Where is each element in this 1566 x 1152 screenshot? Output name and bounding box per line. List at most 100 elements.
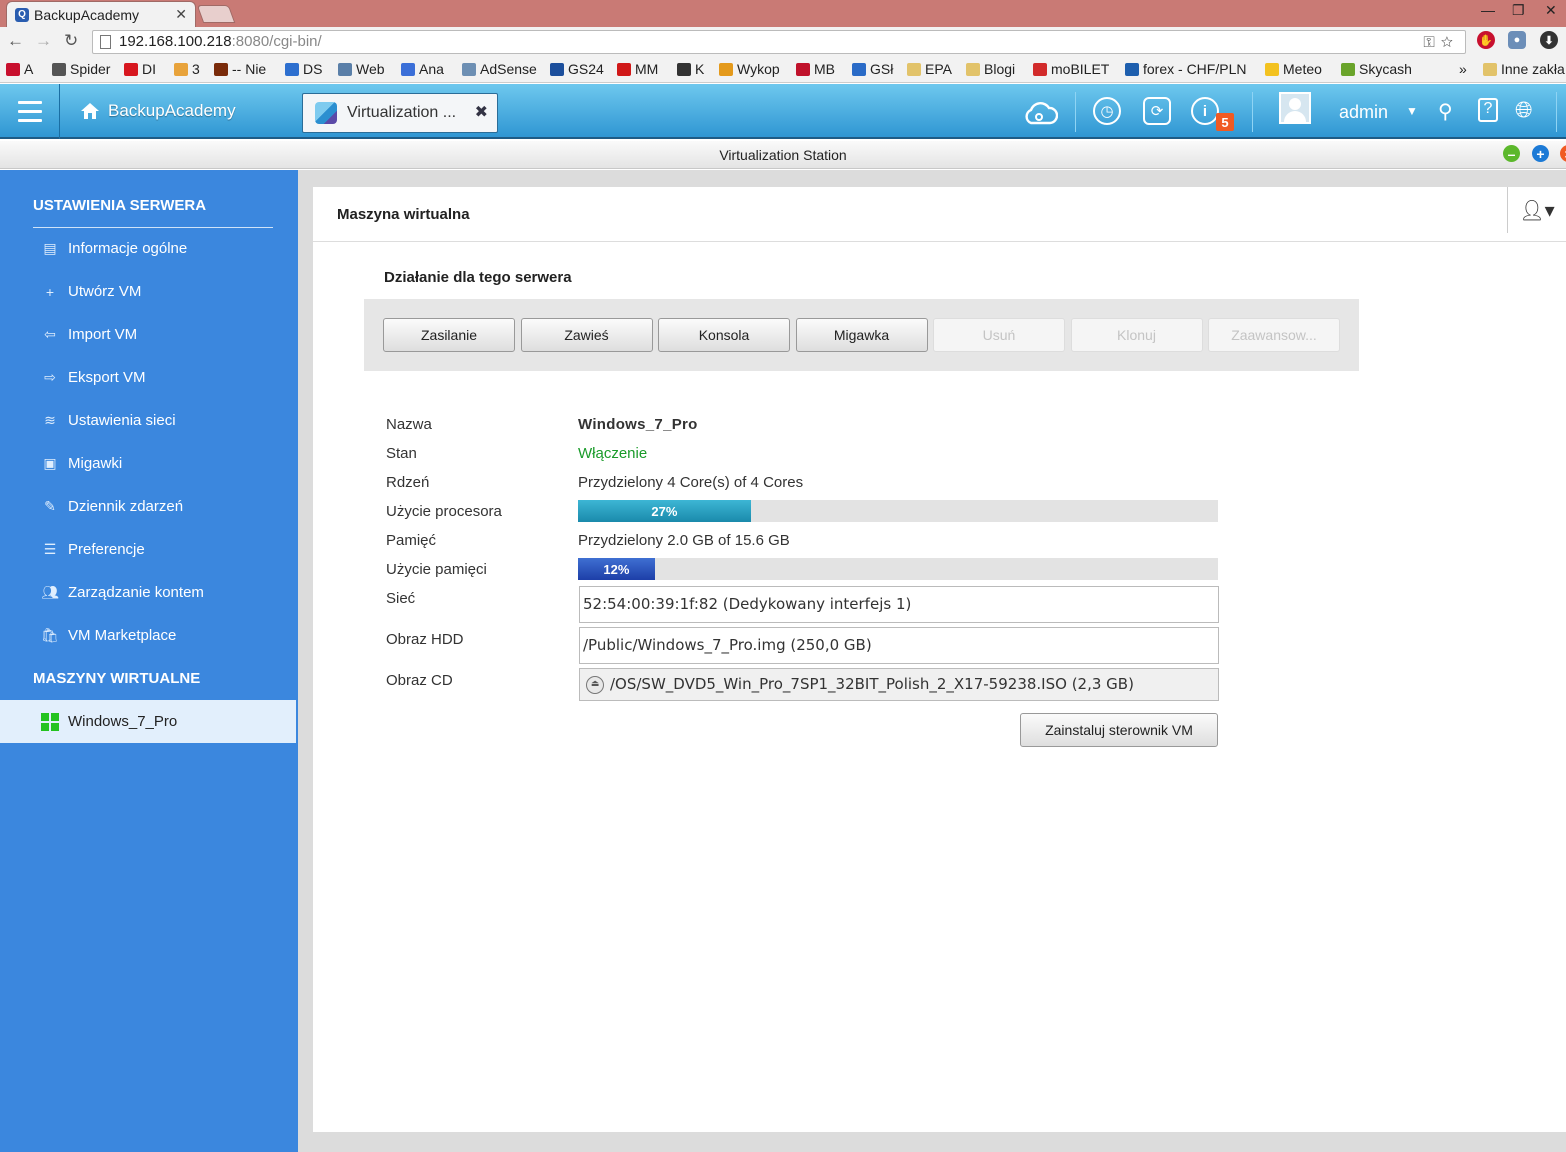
forward-icon[interactable]: → [35,31,52,51]
bookmark-item[interactable]: DI [124,61,156,77]
bookmark-item[interactable]: Web [338,61,385,77]
cpu-usage-label: Użycie procesora [386,503,502,520]
bookmarks-overflow-icon[interactable]: » [1459,61,1467,77]
network-field[interactable]: 52:54:00:39:1f:82 (Dedykowany interfejs … [579,586,1219,623]
bookmark-label: Wykop [737,61,780,77]
browser-tab[interactable]: Q BackupAcademy ✕ [6,1,196,27]
address-bar[interactable]: 192.168.100.218:8080/cgi-bin/ ⚿☆ [92,30,1466,54]
sidebar-item-migawki[interactable]: ▣ Migawki [0,442,296,485]
url-host: 192.168.100.218 [119,33,232,50]
bookmark-icon [966,62,980,76]
sidebar-item-dziennik-zdarzeń[interactable]: ✎ Dziennik zdarzeń [0,485,296,528]
bookmark-icon [285,62,299,76]
key-icon[interactable]: ⚿ [1423,34,1440,51]
bookmark-item[interactable]: Spider [52,61,110,77]
search-icon[interactable]: ⚲ [1438,99,1453,124]
sidebar-item-zarządzanie-kontem[interactable]: 👥︎ Zarządzanie kontem [0,571,296,614]
back-icon[interactable]: ← [7,31,24,51]
core-value: Przydzielony 4 Core(s) of 4 Cores [578,474,804,491]
bookmark-item[interactable]: -- Nie [214,61,266,77]
sidebar-item-vm-marketplace[interactable]: 🛍︎ VM Marketplace [0,614,296,657]
bookmark-item[interactable]: MB [796,61,835,77]
bookmark-item[interactable]: MM [617,61,658,77]
bookmark-item[interactable]: AdSense [462,61,537,77]
hdd-field[interactable]: /Public/Windows_7_Pro.img (250,0 GB) [579,627,1219,664]
action-button-zawieś[interactable]: Zawieś [520,318,653,352]
bookmark-item[interactable]: GS24 [550,61,604,77]
minimize-window-icon[interactable]: — [1481,2,1495,18]
install-vm-driver-button[interactable]: Zainstaluj sterownik VM [1020,713,1218,747]
action-button-zaawansow[interactable]: Zaawansow... [1208,318,1340,352]
bookmark-item[interactable]: A [6,61,33,77]
cloud-icon[interactable] [1022,100,1058,126]
user-menu-icon[interactable]: 👤︎▾ [1507,187,1566,233]
eject-icon[interactable]: ⏏ [586,675,604,694]
bookmark-label: MM [635,61,659,77]
home-link[interactable]: BackupAcademy [80,101,236,121]
new-tab-button[interactable] [196,5,236,23]
maximize-app-icon[interactable]: + [1532,145,1549,162]
sync-icon[interactable]: ⟳ [1143,97,1171,125]
vm-name: Windows_7_Pro [578,416,698,433]
bookmark-icon [1483,62,1497,76]
sidebar-item-label: Utwórz VM [68,283,142,300]
bookmark-item[interactable]: K [677,61,704,77]
bookmark-item[interactable]: Meteo [1265,61,1322,77]
windows-icon [40,712,60,731]
extension-off-icon[interactable]: ⬇ [1540,31,1558,49]
bookmark-item[interactable]: 3 [174,61,200,77]
action-button-zasilanie[interactable]: Zasilanie [383,318,515,352]
export-icon: ⇨ [44,369,56,385]
sidebar-item-windows-7-pro[interactable]: Windows_7_Pro [0,700,296,743]
sidebar-item-import-vm[interactable]: ⇦ Import VM [0,313,296,356]
action-button-konsola[interactable]: Konsola [658,318,790,352]
bookmark-item[interactable]: forex - CHF/PLN [1125,61,1246,77]
sidebar-item-informacje-ogólne[interactable]: ▤ Informacje ogólne [0,227,296,270]
bookmark-item[interactable]: Blogi [966,61,1015,77]
adblock-extension-icon[interactable]: ✋ [1477,31,1495,49]
app-tab-virtualization[interactable]: Virtualization ... ✖ [302,93,498,133]
action-button-klonuj[interactable]: Klonuj [1070,318,1203,352]
bookmark-item[interactable]: EPA [907,61,952,77]
bookmark-item[interactable]: DS [285,61,322,77]
bookmark-item[interactable]: Skycash [1341,61,1412,77]
app-tab-close-icon[interactable]: ✖ [475,102,488,122]
action-button-migawka[interactable]: Migawka [795,318,928,352]
star-icon[interactable]: ☆ [1441,34,1459,51]
notification-badge: 5 [1216,113,1234,131]
browser-toolbar: ← → ↻ 192.168.100.218:8080/cgi-bin/ ⚿☆ ✋… [0,27,1566,57]
close-window-icon[interactable]: ✕ [1545,2,1557,19]
home-icon [81,103,99,119]
browser-titlebar: Q BackupAcademy ✕ — ❐ ✕ [0,0,1566,27]
bookmark-item[interactable]: Ana [401,61,444,77]
network-icon: ≋ [44,412,56,428]
bookmark-item[interactable]: moBILET [1033,61,1109,77]
sidebar-item-eksport-vm[interactable]: ⇨ Eksport VM [0,356,296,399]
info-icon[interactable]: i [1191,97,1219,125]
extension-icon[interactable]: ● [1508,31,1526,49]
bookmark-icon [617,62,631,76]
bookmark-item[interactable]: GSł [852,61,893,77]
globe-icon[interactable]: 🌐︎ [1515,97,1533,123]
bookmark-item[interactable]: Wykop [719,61,780,77]
chevron-down-icon[interactable]: ▼ [1406,104,1418,118]
network-label: Sieć [386,590,416,607]
sidebar-item-ustawienia-sieci[interactable]: ≋ Ustawienia sieci [0,399,296,442]
minimize-app-icon[interactable]: – [1503,145,1520,162]
restore-window-icon[interactable]: ❐ [1512,2,1525,19]
tab-close-icon[interactable]: ✕ [175,6,187,23]
bookmark-item[interactable]: Inne zakła [1483,61,1565,77]
menu-icon[interactable] [0,84,60,139]
help-icon[interactable]: ? [1478,98,1498,122]
clock-icon[interactable]: ◷ [1093,97,1121,125]
reload-icon[interactable]: ↻ [64,31,78,51]
sidebar-item-preferencje[interactable]: ☰ Preferencje [0,528,296,571]
sidebar-item-utwórz-vm[interactable]: + Utwórz VM [0,270,296,313]
bookmark-icon [401,62,415,76]
user-name[interactable]: admin [1339,102,1388,123]
hdd-label: Obraz HDD [386,631,464,648]
cd-field[interactable]: ⏏ /OS/SW_DVD5_Win_Pro_7SP1_32BIT_Polish_… [579,668,1219,701]
avatar-icon[interactable] [1279,92,1311,124]
action-button-usuń[interactable]: Usuń [933,318,1065,352]
page-icon [100,35,111,49]
